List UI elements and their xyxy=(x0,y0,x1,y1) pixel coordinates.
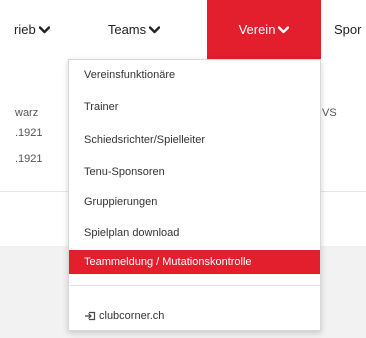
nav-item-spielbetrieb[interactable]: rieb xyxy=(0,0,60,59)
menu-item-vereinsfunktionaere[interactable]: Vereinsfunktionäre xyxy=(69,63,320,87)
verein-dropdown-menu: Vereinsfunktionäre Trainer Schiedsrichte… xyxy=(68,59,321,331)
main-navbar: rieb Teams Verein Spor xyxy=(0,0,366,59)
nav-item-label: Spor xyxy=(334,22,362,37)
menu-item-schiedsrichter[interactable]: Schiedsrichter/Spielleiter xyxy=(69,128,320,152)
menu-item-spielplan-download[interactable]: Spielplan download xyxy=(69,221,320,245)
menu-item-teammeldung[interactable]: Teammeldung / Mutationskontrolle xyxy=(69,250,320,274)
nav-item-verein[interactable]: Verein xyxy=(207,0,321,59)
nav-item-teams[interactable]: Teams xyxy=(84,0,184,59)
external-link-icon xyxy=(84,311,96,321)
background-text: .1921 xyxy=(15,153,43,165)
background-text: VS xyxy=(322,107,337,119)
nav-item-label: Verein xyxy=(238,22,276,37)
background-text: .1921 xyxy=(15,127,43,139)
menu-item-trainer[interactable]: Trainer xyxy=(69,95,320,119)
menu-separator xyxy=(69,285,320,286)
background-text: warz xyxy=(15,107,39,119)
nav-item-label: Teams xyxy=(107,22,147,37)
chevron-down-icon xyxy=(38,25,50,34)
menu-item-tenu-sponsoren[interactable]: Tenu-Sponsoren xyxy=(69,160,320,184)
nav-item-label: rieb xyxy=(14,22,36,37)
chevron-down-icon xyxy=(278,25,290,34)
menu-item-clubcorner[interactable]: clubcorner.ch xyxy=(69,304,320,328)
chevron-down-icon xyxy=(149,25,161,34)
nav-item-sponsoren[interactable]: Spor xyxy=(334,0,366,59)
menu-item-label: clubcorner.ch xyxy=(99,310,165,322)
menu-item-gruppierungen[interactable]: Gruppierungen xyxy=(69,190,320,214)
